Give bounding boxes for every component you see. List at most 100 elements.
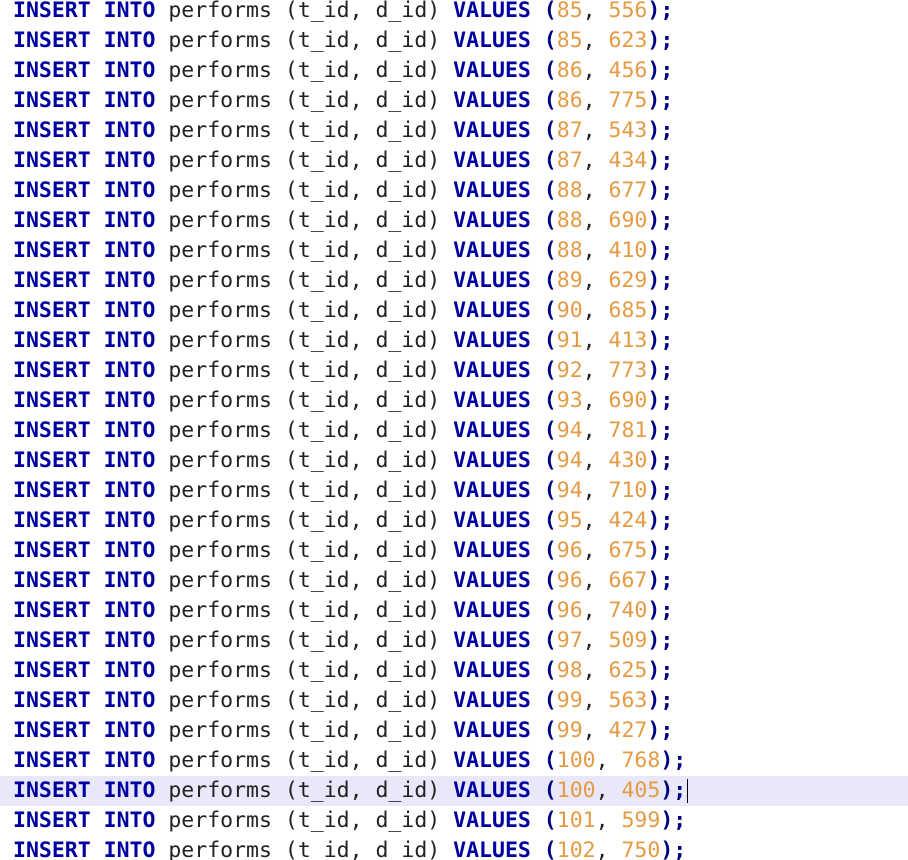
insert-keyword: INSERT [13,418,91,443]
values-keyword: VALUES [453,58,531,83]
close-paren: ); [647,0,674,23]
values-keyword: VALUES [453,508,531,533]
code-line[interactable]: INSERT INTO performs (t_id, d_id) VALUES… [0,506,908,536]
comma: , [582,298,609,323]
code-line[interactable]: INSERT INTO performs (t_id, d_id) VALUES… [0,26,908,56]
table-name: performs [168,838,272,860]
code-line[interactable]: INSERT INTO performs (t_id, d_id) VALUES… [0,206,908,236]
close-paren: ); [660,808,687,833]
value-t-id: 102 [556,838,596,860]
code-line-current[interactable]: INSERT INTO performs (t_id, d_id) VALUES… [0,776,908,806]
insert-keyword: INSERT [13,808,91,833]
into-keyword: INTO [103,208,156,233]
code-line[interactable]: INSERT INTO performs (t_id, d_id) VALUES… [0,416,908,446]
code-line[interactable]: INSERT INTO performs (t_id, d_id) VALUES… [0,56,908,86]
value-d-id: 563 [608,688,648,713]
code-line[interactable]: INSERT INTO performs (t_id, d_id) VALUES… [0,656,908,686]
close-paren: ); [647,598,674,623]
comma: , [582,598,609,623]
sql-editor[interactable]: INSERT INTO performs (t_id, d_id) VALUES… [0,0,908,860]
value-d-id: 629 [608,268,648,293]
open-paren: ( [543,88,557,113]
close-paren: ); [647,688,674,713]
code-line[interactable]: INSERT INTO performs (t_id, d_id) VALUES… [0,0,908,26]
value-d-id: 623 [608,28,648,53]
open-paren: ( [543,268,557,293]
comma: , [582,178,609,203]
into-keyword: INTO [103,298,156,323]
code-line[interactable]: INSERT INTO performs (t_id, d_id) VALUES… [0,536,908,566]
into-keyword: INTO [103,478,156,503]
code-line[interactable]: INSERT INTO performs (t_id, d_id) VALUES… [0,266,908,296]
open-paren: ( [543,508,557,533]
comma: , [582,388,609,413]
table-name: performs [168,478,272,503]
open-paren: ( [543,328,557,353]
close-paren: ); [647,628,674,653]
insert-keyword: INSERT [13,28,91,53]
comma: , [582,328,609,353]
close-paren: ); [647,328,674,353]
value-t-id: 94 [556,418,583,443]
values-keyword: VALUES [453,838,531,860]
comma: , [582,88,609,113]
into-keyword: INTO [103,118,156,143]
code-line[interactable]: INSERT INTO performs (t_id, d_id) VALUES… [0,176,908,206]
value-d-id: 690 [608,208,648,233]
values-keyword: VALUES [453,148,531,173]
code-line[interactable]: INSERT INTO performs (t_id, d_id) VALUES… [0,686,908,716]
values-keyword: VALUES [453,628,531,653]
into-keyword: INTO [103,688,156,713]
table-name: performs [168,448,272,473]
close-paren: ); [647,208,674,233]
code-line[interactable]: INSERT INTO performs (t_id, d_id) VALUES… [0,836,908,860]
open-paren: ( [543,208,557,233]
code-line[interactable]: INSERT INTO performs (t_id, d_id) VALUES… [0,476,908,506]
column-list: (t_id, d_id) [284,298,441,323]
value-t-id: 100 [556,778,596,803]
code-line[interactable]: INSERT INTO performs (t_id, d_id) VALUES… [0,596,908,626]
code-line[interactable]: INSERT INTO performs (t_id, d_id) VALUES… [0,626,908,656]
code-line[interactable]: INSERT INTO performs (t_id, d_id) VALUES… [0,236,908,266]
code-line[interactable]: INSERT INTO performs (t_id, d_id) VALUES… [0,86,908,116]
code-line[interactable]: INSERT INTO performs (t_id, d_id) VALUES… [0,566,908,596]
column-list: (t_id, d_id) [284,628,441,653]
comma: , [582,208,609,233]
code-line[interactable]: INSERT INTO performs (t_id, d_id) VALUES… [0,296,908,326]
comma: , [582,238,609,263]
code-line[interactable]: INSERT INTO performs (t_id, d_id) VALUES… [0,386,908,416]
insert-keyword: INSERT [13,838,91,860]
value-t-id: 101 [556,808,596,833]
insert-keyword: INSERT [13,358,91,383]
code-line[interactable]: INSERT INTO performs (t_id, d_id) VALUES… [0,146,908,176]
insert-keyword: INSERT [13,268,91,293]
insert-keyword: INSERT [13,568,91,593]
open-paren: ( [543,778,557,803]
column-list: (t_id, d_id) [284,598,441,623]
code-line[interactable]: INSERT INTO performs (t_id, d_id) VALUES… [0,326,908,356]
values-keyword: VALUES [453,178,531,203]
code-line[interactable]: INSERT INTO performs (t_id, d_id) VALUES… [0,746,908,776]
code-line[interactable]: INSERT INTO performs (t_id, d_id) VALUES… [0,806,908,836]
into-keyword: INTO [103,268,156,293]
open-paren: ( [543,148,557,173]
values-keyword: VALUES [453,688,531,713]
values-keyword: VALUES [453,328,531,353]
values-keyword: VALUES [453,658,531,683]
into-keyword: INTO [103,28,156,53]
comma: , [582,538,609,563]
code-line[interactable]: INSERT INTO performs (t_id, d_id) VALUES… [0,116,908,146]
insert-keyword: INSERT [13,718,91,743]
value-t-id: 99 [556,688,583,713]
insert-keyword: INSERT [13,178,91,203]
value-t-id: 94 [556,478,583,503]
table-name: performs [168,808,272,833]
code-line[interactable]: INSERT INTO performs (t_id, d_id) VALUES… [0,716,908,746]
close-paren: ); [647,448,674,473]
code-line[interactable]: INSERT INTO performs (t_id, d_id) VALUES… [0,356,908,386]
open-paren: ( [543,808,557,833]
values-keyword: VALUES [453,418,531,443]
insert-keyword: INSERT [13,298,91,323]
value-d-id: 710 [608,478,648,503]
code-line[interactable]: INSERT INTO performs (t_id, d_id) VALUES… [0,446,908,476]
